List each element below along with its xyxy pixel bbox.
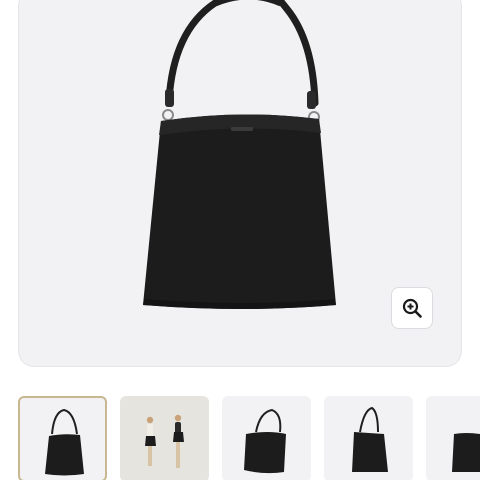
thumbnail-strip [18,396,480,480]
bag-thumbnail-image [45,408,84,476]
bag-thumbnail-image [452,433,480,472]
thumbnail-detail[interactable] [426,396,480,480]
zoom-in-icon [402,298,422,318]
thumbnail-front[interactable] [18,396,107,480]
thumbnail-three-quarter[interactable] [222,396,311,480]
thumbnail-model[interactable] [120,396,209,480]
thumbnail-side[interactable] [324,396,413,480]
zoom-button[interactable] [391,287,433,329]
bag-thumbnail-image [352,406,388,472]
model-thumbnail-image [145,414,184,468]
product-gallery-page [0,0,480,480]
main-product-image[interactable] [18,0,462,367]
bag-thumbnail-image [244,408,286,474]
